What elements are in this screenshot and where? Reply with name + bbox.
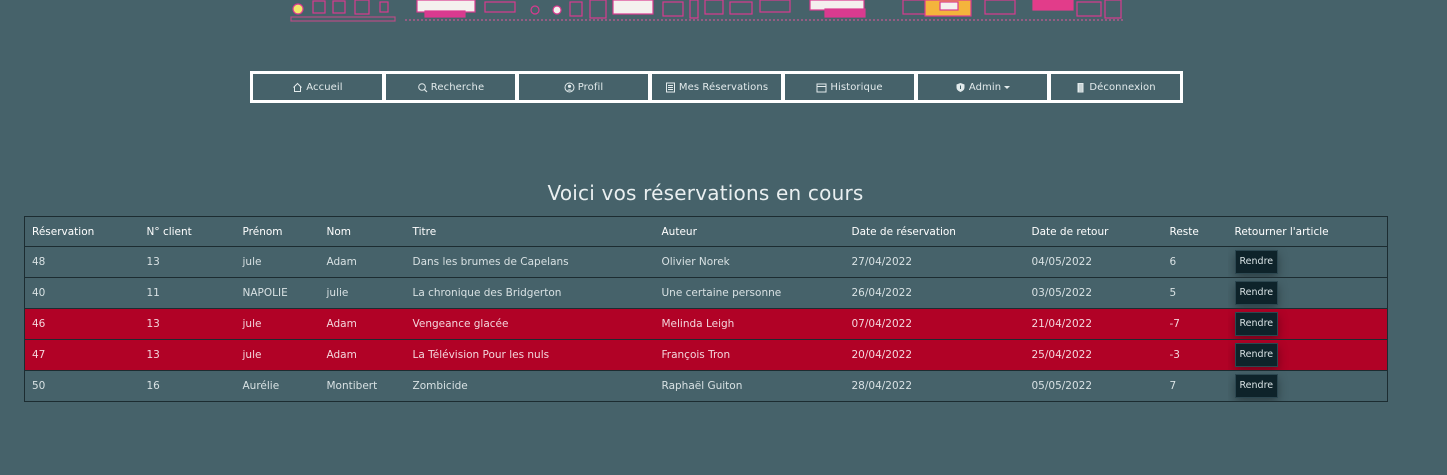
col-header-reste: Reste	[1162, 216, 1228, 247]
nav-admin-label: Admin	[968, 81, 1002, 93]
col-header-client: N° client	[139, 216, 236, 247]
cell-reste: 7	[1162, 370, 1228, 402]
nav-mes-reservations[interactable]: Mes Réservations	[652, 74, 781, 100]
cell-auteur: François Tron	[654, 339, 845, 371]
nav-profil-label: Profil	[577, 81, 604, 93]
cell-reste: 5	[1162, 277, 1228, 309]
col-header-date-retour: Date de retour	[1024, 216, 1163, 247]
house-icon	[292, 82, 303, 93]
cell-action: Rendre	[1227, 246, 1388, 278]
cell-reservation: 46	[24, 308, 140, 340]
cell-titre: Vengeance glacée	[405, 308, 655, 340]
cell-date-reservation: 28/04/2022	[844, 370, 1025, 402]
cell-auteur: Melinda Leigh	[654, 308, 845, 340]
table-row: 46 13 jule Adam Vengeance glacée Melinda Leig…	[24, 308, 1388, 340]
nav-profil[interactable]: Profil	[519, 74, 648, 100]
cell-nom: Adam	[319, 246, 406, 278]
cell-date-retour: 05/05/2022	[1024, 370, 1163, 402]
nav-mes-reservations-label: Mes Réservations	[678, 81, 769, 93]
cell-nom: Adam	[319, 339, 406, 371]
cell-client: 13	[139, 246, 236, 278]
cell-date-retour: 25/04/2022	[1024, 339, 1163, 371]
nav-accueil[interactable]: Accueil	[253, 74, 382, 100]
cell-date-reservation: 26/04/2022	[844, 277, 1025, 309]
cell-reste: -7	[1162, 308, 1228, 340]
nav-admin-dropdown[interactable]: Admin	[918, 74, 1047, 100]
cell-date-retour: 03/05/2022	[1024, 277, 1163, 309]
cell-client: 16	[139, 370, 236, 402]
cell-action: Rendre	[1227, 308, 1388, 340]
list-icon	[665, 82, 676, 93]
cell-date-reservation: 20/04/2022	[844, 339, 1025, 371]
table-row: 40 11 NAPOLIE julie La chronique des Bridger…	[24, 277, 1388, 309]
page-title: Voici vos réservations en cours	[547, 181, 864, 205]
col-header-nom: Nom	[319, 216, 406, 247]
user-circle-icon	[564, 82, 575, 93]
table-header-row: Réservation N° client Prénom Nom Titre A…	[24, 216, 1388, 247]
nav-deconnexion-label: Déconnexion	[1089, 81, 1156, 93]
search-icon	[417, 82, 428, 93]
col-header-prenom: Prénom	[235, 216, 320, 247]
rendre-button[interactable]: Rendre	[1234, 343, 1279, 367]
cell-date-reservation: 07/04/2022	[844, 308, 1025, 340]
col-header-titre: Titre	[405, 216, 655, 247]
calendar-icon	[816, 82, 827, 93]
cell-auteur: Olivier Norek	[654, 246, 845, 278]
cell-reste: 6	[1162, 246, 1228, 278]
table-row: 50 16 Aurélie Montibert Zombicide Raphaël Gui…	[24, 370, 1388, 402]
chevron-down-icon	[1004, 86, 1011, 89]
cell-auteur: Une certaine personne	[654, 277, 845, 309]
rendre-button[interactable]: Rendre	[1234, 374, 1279, 398]
nav-historique-label: Historique	[830, 81, 883, 93]
cell-date-retour: 21/04/2022	[1024, 308, 1163, 340]
cell-prenom: jule	[235, 308, 320, 340]
door-icon	[1075, 82, 1086, 93]
cell-client: 13	[139, 339, 236, 371]
col-header-reservation: Réservation	[24, 216, 140, 247]
main-navbar: Accueil Recherche Profil Mes Réservation…	[250, 71, 1183, 103]
nav-deconnexion[interactable]: Déconnexion	[1051, 74, 1180, 100]
nav-historique[interactable]: Historique	[785, 74, 914, 100]
col-header-retourner: Retourner l'article	[1227, 216, 1388, 247]
cell-titre: La chronique des Bridgerton	[405, 277, 655, 309]
col-header-date-reservation: Date de réservation	[844, 216, 1025, 247]
cell-nom: Adam	[319, 308, 406, 340]
header-banner-image	[285, 0, 1127, 24]
reservations-table: Réservation N° client Prénom Nom Titre A…	[24, 216, 1388, 402]
rendre-button[interactable]: Rendre	[1234, 281, 1279, 305]
col-header-auteur: Auteur	[654, 216, 845, 247]
cell-date-retour: 04/05/2022	[1024, 246, 1163, 278]
rendre-button[interactable]: Rendre	[1234, 250, 1279, 274]
cell-titre: La Télévision Pour les nuls	[405, 339, 655, 371]
cell-nom: Montibert	[319, 370, 406, 402]
cell-prenom: jule	[235, 246, 320, 278]
reservations-table-body: 48 13 jule Adam Dans les brumes de Capelans O…	[24, 246, 1388, 402]
cell-reservation: 40	[24, 277, 140, 309]
nav-recherche-label: Recherche	[430, 81, 485, 93]
cell-date-reservation: 27/04/2022	[844, 246, 1025, 278]
cell-action: Rendre	[1227, 277, 1388, 309]
cell-reste: -3	[1162, 339, 1228, 371]
cell-prenom: jule	[235, 339, 320, 371]
table-row: 48 13 jule Adam Dans les brumes de Capelans O…	[24, 246, 1388, 278]
shield-icon	[955, 82, 966, 93]
cell-client: 11	[139, 277, 236, 309]
cell-titre: Zombicide	[405, 370, 655, 402]
cell-reservation: 47	[24, 339, 140, 371]
cell-reservation: 50	[24, 370, 140, 402]
cell-titre: Dans les brumes de Capelans	[405, 246, 655, 278]
cell-prenom: Aurélie	[235, 370, 320, 402]
table-row: 47 13 jule Adam La Télévision Pour les nuls F…	[24, 339, 1388, 371]
cell-action: Rendre	[1227, 339, 1388, 371]
cell-action: Rendre	[1227, 370, 1388, 402]
nav-accueil-label: Accueil	[306, 81, 343, 93]
cell-auteur: Raphaël Guiton	[654, 370, 845, 402]
nav-recherche[interactable]: Recherche	[386, 74, 515, 100]
cell-reservation: 48	[24, 246, 140, 278]
cell-prenom: NAPOLIE	[235, 277, 320, 309]
rendre-button[interactable]: Rendre	[1234, 312, 1279, 336]
cell-nom: julie	[319, 277, 406, 309]
cell-client: 13	[139, 308, 236, 340]
